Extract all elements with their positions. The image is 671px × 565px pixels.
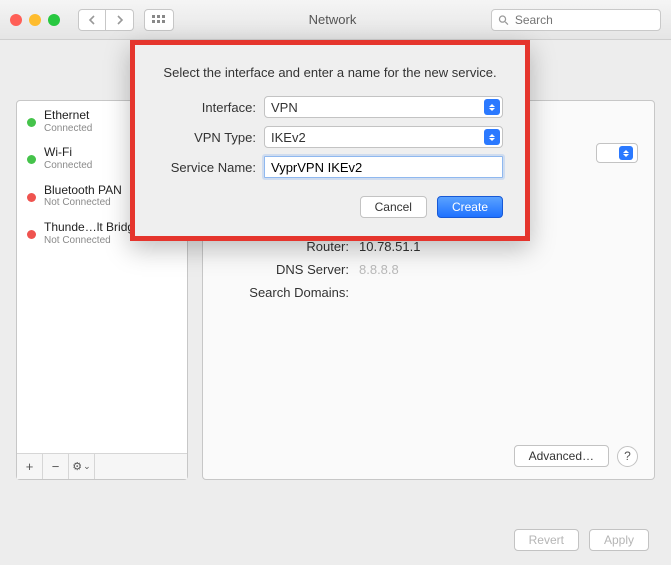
show-all-button[interactable] bbox=[144, 9, 174, 31]
forward-button[interactable] bbox=[106, 9, 134, 31]
kv-label: Router: bbox=[219, 239, 349, 254]
chevron-left-icon bbox=[88, 15, 96, 25]
footer-actions: Revert Apply bbox=[514, 529, 649, 551]
cancel-button[interactable]: Cancel bbox=[360, 196, 427, 218]
apply-button[interactable]: Apply bbox=[589, 529, 649, 551]
service-state: Not Connected bbox=[44, 235, 141, 247]
service-name: Wi-Fi bbox=[44, 146, 92, 160]
service-name-input[interactable] bbox=[264, 156, 503, 178]
service-options-button[interactable]: ⚙︎⌄ bbox=[69, 454, 95, 479]
titlebar: Network bbox=[0, 0, 671, 40]
search-input[interactable] bbox=[513, 12, 654, 28]
search-field-wrap[interactable] bbox=[491, 9, 661, 31]
interface-value: VPN bbox=[271, 100, 298, 115]
interface-label: Interface: bbox=[157, 100, 256, 115]
service-state: Not Connected bbox=[44, 197, 122, 209]
dns-server-value: 8.8.8.8 bbox=[359, 262, 399, 277]
revert-button[interactable]: Revert bbox=[514, 529, 579, 551]
router-value: 10.78.51.1 bbox=[359, 239, 420, 254]
window-controls bbox=[10, 14, 60, 26]
vpn-type-select[interactable]: IKEv2 bbox=[264, 126, 503, 148]
service-state: Connected bbox=[44, 160, 92, 172]
window-body: the IP Ethernet Connected Wi-Fi Connecte… bbox=[0, 40, 671, 565]
chevron-right-icon bbox=[116, 15, 124, 25]
minimize-window-button[interactable] bbox=[29, 14, 41, 26]
service-name: Bluetooth PAN bbox=[44, 184, 122, 198]
status-dot-icon bbox=[27, 193, 36, 202]
kv-label: Search Domains: bbox=[219, 285, 349, 300]
service-name-label: Service Name: bbox=[157, 160, 256, 175]
status-dot-icon bbox=[27, 118, 36, 127]
status-dot-icon bbox=[27, 230, 36, 239]
sheet-instruction: Select the interface and enter a name fo… bbox=[157, 65, 503, 80]
vpn-type-label: VPN Type: bbox=[157, 130, 256, 145]
status-dot-icon bbox=[27, 155, 36, 164]
help-button[interactable]: ? bbox=[617, 446, 638, 467]
create-button[interactable]: Create bbox=[437, 196, 503, 218]
service-actions-bar: + − ⚙︎⌄ bbox=[17, 453, 187, 479]
zoom-window-button[interactable] bbox=[48, 14, 60, 26]
window-title: Network bbox=[184, 12, 481, 27]
back-button[interactable] bbox=[78, 9, 106, 31]
search-icon bbox=[498, 14, 509, 26]
close-window-button[interactable] bbox=[10, 14, 22, 26]
kv-label: DNS Server: bbox=[219, 262, 349, 277]
new-service-sheet: Select the interface and enter a name fo… bbox=[130, 40, 530, 241]
remove-service-button[interactable]: − bbox=[43, 454, 69, 479]
select-stepper-icon bbox=[484, 129, 500, 145]
select-stepper-icon bbox=[484, 99, 500, 115]
chevron-down-icon: ⌄ bbox=[83, 461, 91, 472]
service-name: Thunde…lt Bridge bbox=[44, 221, 141, 235]
interface-select[interactable]: VPN bbox=[264, 96, 503, 118]
gear-icon: ⚙︎ bbox=[72, 460, 82, 473]
configure-popup[interactable] bbox=[596, 143, 638, 163]
add-service-button[interactable]: + bbox=[17, 454, 43, 479]
grid-icon bbox=[152, 15, 166, 25]
service-name: Ethernet bbox=[44, 109, 92, 123]
vpn-type-value: IKEv2 bbox=[271, 130, 306, 145]
popup-stepper-icon bbox=[619, 146, 633, 160]
nav-back-forward bbox=[78, 9, 134, 31]
service-state: Connected bbox=[44, 123, 92, 135]
advanced-button[interactable]: Advanced… bbox=[514, 445, 609, 467]
